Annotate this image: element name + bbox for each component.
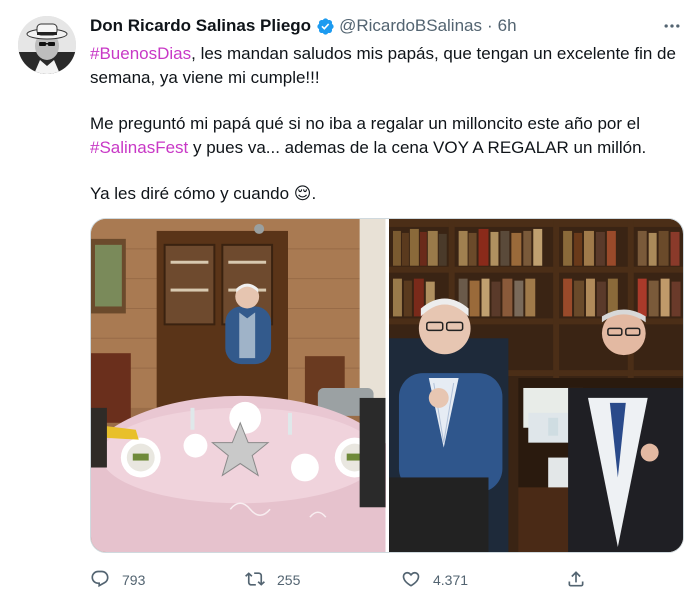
share-icon [566, 569, 586, 592]
retweet-icon [245, 569, 265, 592]
paragraph-text: . [311, 184, 317, 203]
author-name[interactable]: Don Ricardo Salinas Pliego [90, 16, 311, 36]
hashtag-link[interactable]: #BuenosDias [90, 44, 191, 63]
like-icon [401, 569, 421, 592]
share-button[interactable] [566, 567, 586, 593]
tweet-paragraph-1: #BuenosDias, les mandan saludos mis papá… [90, 42, 680, 89]
tweet-actions: 793 255 4.371 [90, 567, 684, 593]
like-button[interactable]: 4.371 [401, 567, 468, 593]
more-icon[interactable] [660, 14, 684, 38]
reply-icon [90, 569, 110, 592]
paragraph-text: Ya les diré cómo y cuando [90, 184, 294, 203]
tweet-media [90, 218, 684, 553]
retweet-count: 255 [277, 572, 301, 588]
media-photo-library[interactable] [388, 219, 683, 552]
verified-badge-icon [316, 17, 335, 36]
reply-count: 793 [122, 572, 146, 588]
tweet-header: Don Ricardo Salinas Pliego @RicardoBSali… [90, 15, 517, 37]
header-separator: · [487, 16, 493, 35]
tweet-timestamp[interactable]: 6h [498, 16, 517, 36]
like-count: 4.371 [433, 572, 469, 588]
paragraph-text: Me preguntó mi papá qué si no iba a rega… [90, 114, 641, 133]
tweet[interactable]: Don Ricardo Salinas Pliego @RicardoBSali… [0, 0, 700, 603]
tweet-text: #BuenosDias, les mandan saludos mis papá… [90, 42, 680, 206]
tweet-paragraph-2: Me preguntó mi papá qué si no iba a rega… [90, 112, 680, 159]
reply-button[interactable]: 793 [90, 567, 145, 593]
avatar[interactable] [18, 16, 76, 74]
hashtag-link[interactable]: #SalinasFest [90, 138, 188, 157]
relieved-face-emoji: 😌 [293, 184, 312, 203]
tweet-paragraph-3: Ya les diré cómo y cuando 😌. [90, 182, 680, 206]
retweet-button[interactable]: 255 [245, 567, 300, 593]
author-handle[interactable]: @RicardoBSalinas [339, 16, 482, 36]
media-photo-dining[interactable] [91, 219, 386, 552]
paragraph-text: y pues va... ademas de la cena VOY A REG… [188, 137, 647, 157]
